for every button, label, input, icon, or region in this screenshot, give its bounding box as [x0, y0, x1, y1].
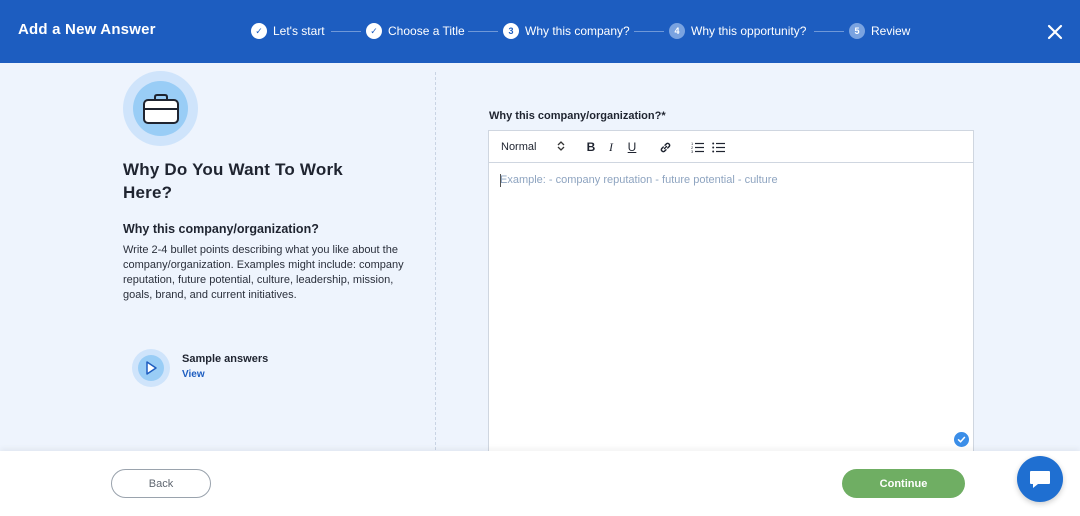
continue-button[interactable]: Continue [842, 469, 965, 498]
step-check-icon: ✓ [251, 23, 267, 39]
step-connector [634, 31, 664, 32]
page-title: Why Do You Want To Work Here? [123, 160, 343, 202]
ordered-list-icon[interactable]: 123 [689, 139, 705, 155]
sample-answers: Sample answers View [132, 349, 332, 389]
step-check-icon: ✓ [366, 23, 382, 39]
page-header-title: Add a New Answer [18, 21, 156, 38]
grammar-check-icon[interactable] [954, 432, 969, 447]
top-header-bar: Add a New Answer ✓ Let's start ✓ Choose … [0, 0, 1080, 63]
step-lets-start[interactable]: ✓ Let's start [251, 22, 325, 40]
view-sample-link[interactable]: View [182, 369, 205, 380]
link-icon[interactable] [657, 139, 673, 155]
step-label: Why this opportunity? [691, 24, 807, 38]
chat-icon[interactable] [1017, 456, 1063, 502]
step-label: Let's start [273, 24, 325, 38]
back-button[interactable]: Back [111, 469, 211, 498]
section-description: Write 2-4 bullet points describing what … [123, 244, 404, 301]
section-title: Why this company/organization? [123, 222, 319, 236]
play-button[interactable] [132, 349, 170, 387]
step-choose-title[interactable]: ✓ Choose a Title [366, 22, 465, 40]
step-connector [331, 31, 361, 32]
close-icon[interactable] [1046, 23, 1064, 41]
step-label: Why this company? [525, 24, 630, 38]
step-review[interactable]: 5 Review [849, 22, 910, 40]
italic-icon[interactable]: I [603, 139, 619, 155]
underline-icon[interactable]: U [624, 139, 640, 155]
field-label: Why this company/organization?* [489, 110, 666, 122]
step-number-badge: 5 [849, 23, 865, 39]
step-why-opportunity[interactable]: 4 Why this opportunity? [669, 22, 806, 40]
briefcase-avatar [123, 71, 198, 146]
footer-bar: Back Continue [0, 451, 1080, 516]
step-number-badge: 3 [503, 23, 519, 39]
column-divider [435, 72, 436, 450]
briefcase-icon [142, 93, 179, 124]
bullet-list-icon[interactable] [710, 139, 726, 155]
bold-icon[interactable]: B [583, 139, 599, 155]
editor-placeholder: Example: - company reputation - future p… [500, 174, 778, 186]
step-connector [468, 31, 498, 32]
select-arrows-icon [557, 141, 565, 153]
step-label: Review [871, 24, 911, 38]
step-why-company[interactable]: 3 Why this company? [503, 22, 630, 40]
step-connector [814, 31, 844, 32]
play-icon [146, 361, 157, 375]
svg-text:3: 3 [691, 149, 694, 153]
text-caret [500, 174, 501, 187]
step-label: Choose a Title [388, 24, 465, 38]
step-number-badge: 4 [669, 23, 685, 39]
rich-text-editor: Normal B I U 123 Example: - company repu… [488, 130, 974, 460]
editor-toolbar: Normal B I U 123 [489, 131, 973, 163]
sample-answers-label: Sample answers [182, 353, 269, 365]
editor-text-area[interactable]: Example: - company reputation - future p… [489, 164, 973, 459]
